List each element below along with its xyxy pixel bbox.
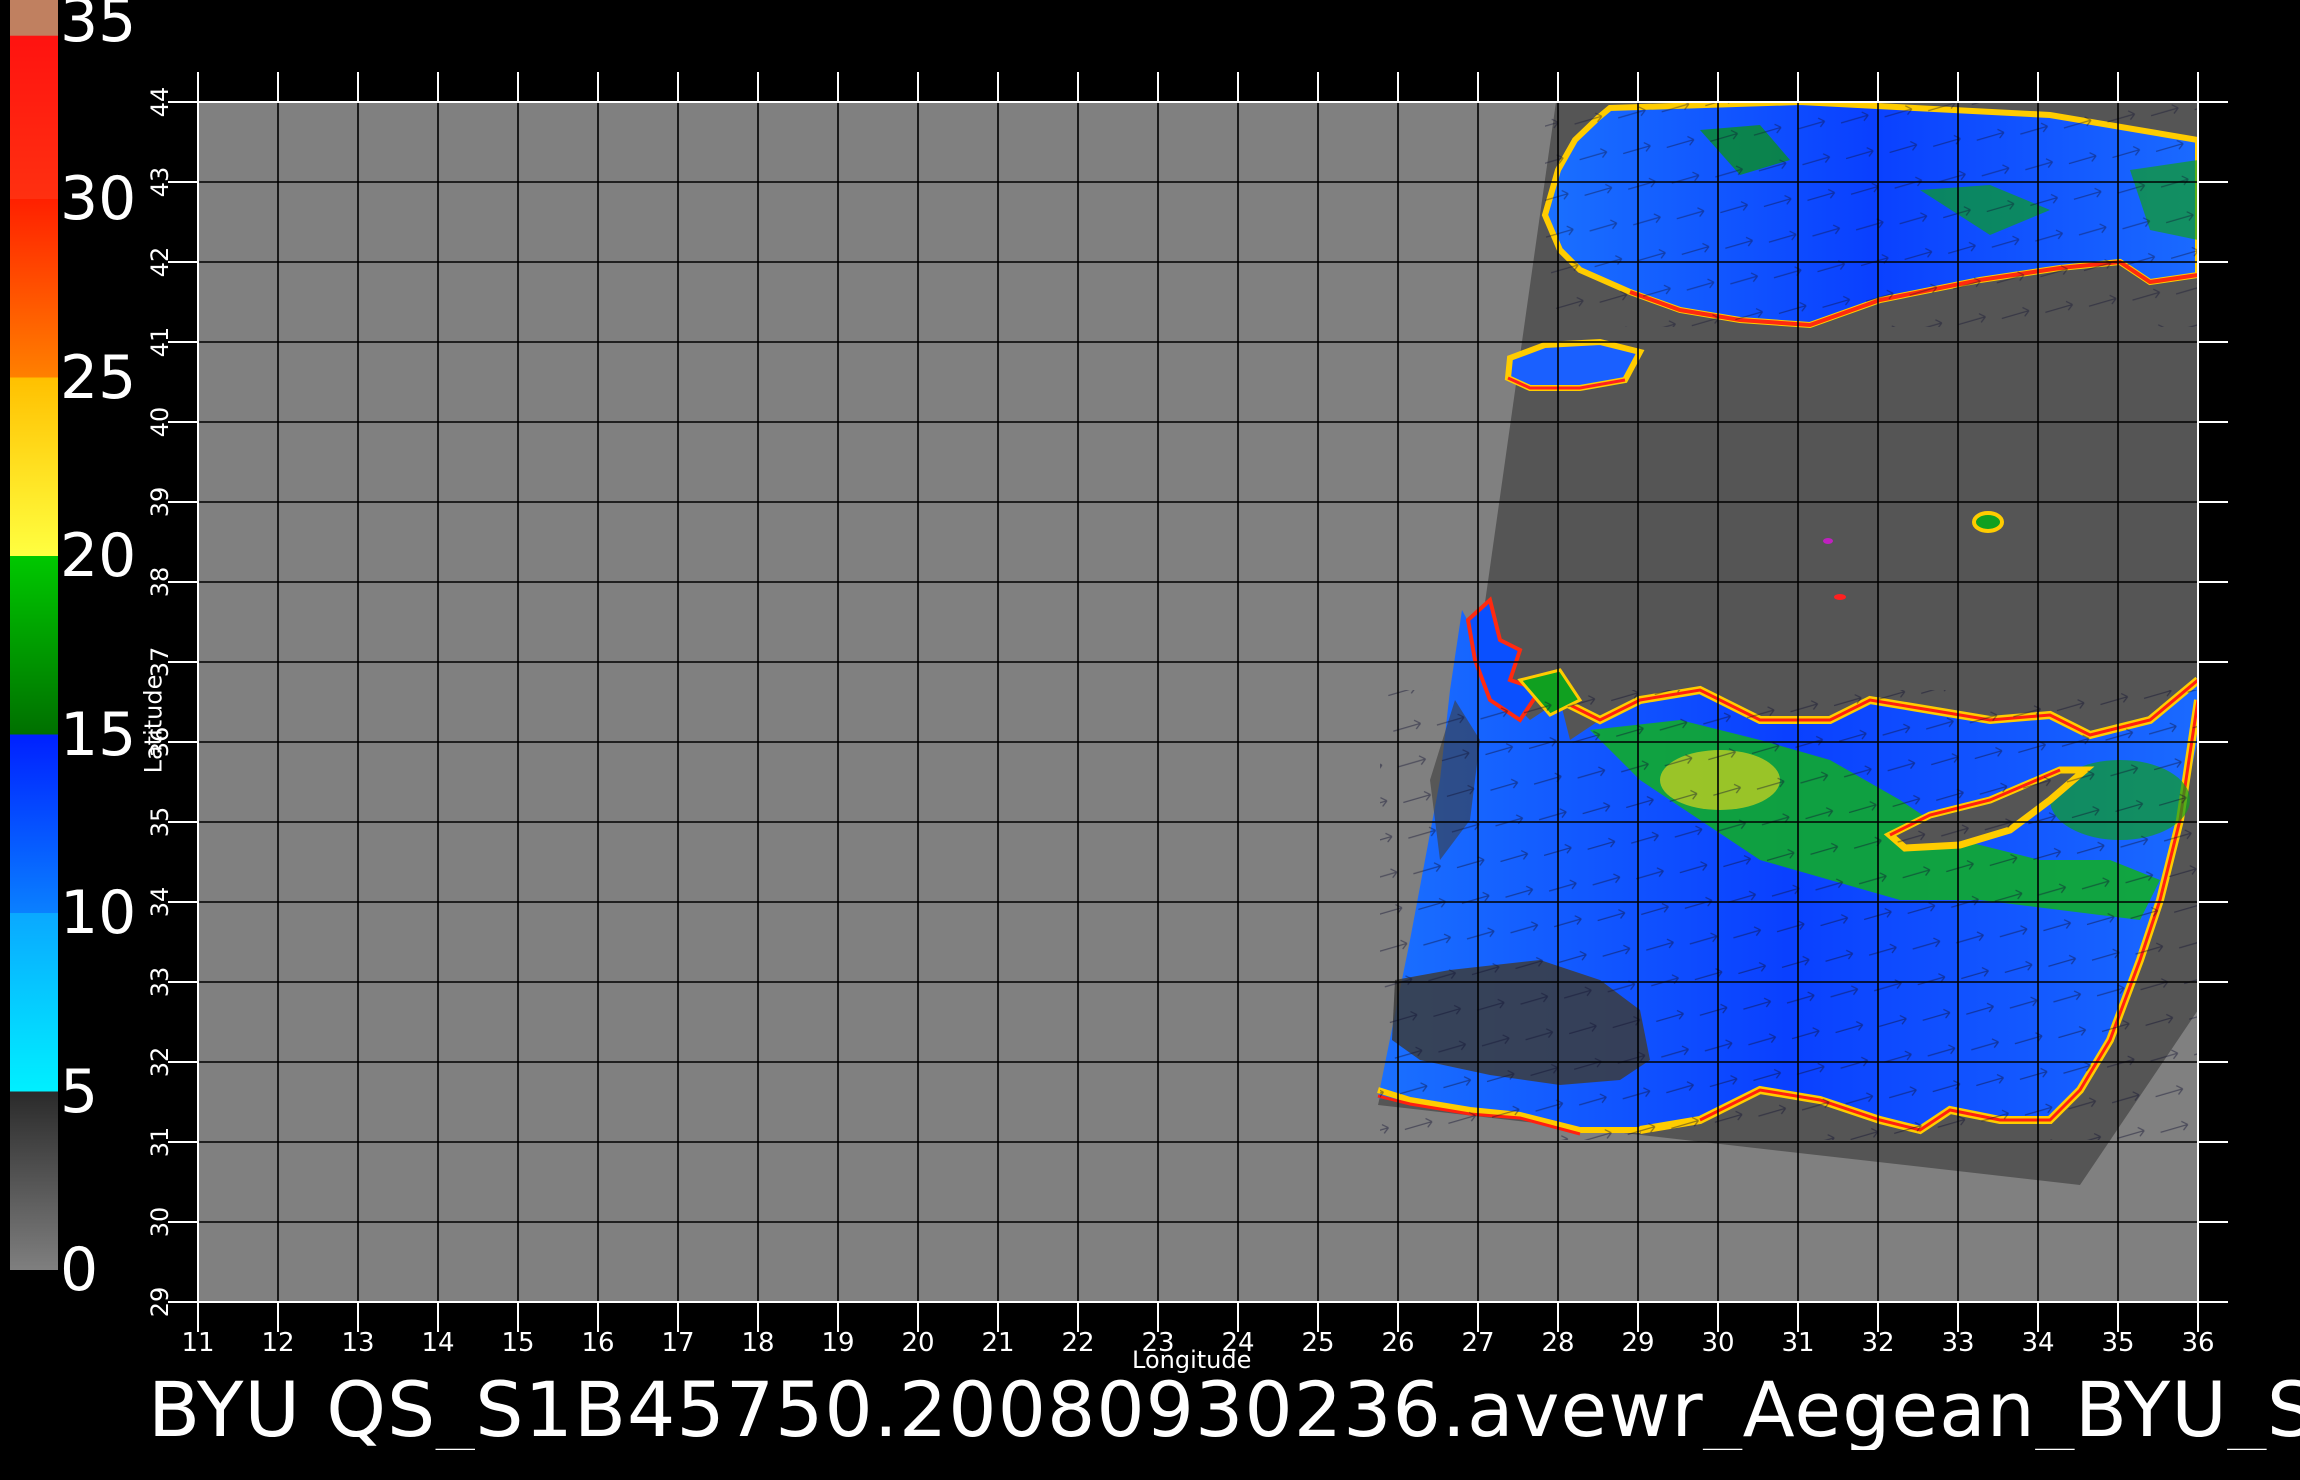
longitude-tick-14: 14 — [421, 1328, 454, 1358]
longitude-tick-30: 30 — [1701, 1328, 1734, 1358]
colorbar-segment-35-up — [10, 0, 58, 36]
colorbar-segment-0-5 — [10, 1091, 58, 1270]
colorbar-segment-30-35 — [10, 20, 58, 199]
longitude-tick-26: 26 — [1381, 1328, 1414, 1358]
latitude-tick-31: 31 — [146, 1127, 174, 1158]
latitude-tick-38: 38 — [146, 567, 174, 598]
latitude-tick-35: 35 — [146, 807, 174, 838]
colorbar-tick-25: 25 — [60, 342, 137, 413]
longitude-tick-22: 22 — [1061, 1328, 1094, 1358]
longitude-tick-18: 18 — [741, 1328, 774, 1358]
latitude-tick-41: 41 — [146, 327, 174, 358]
colorbar-tick-30: 30 — [60, 164, 137, 234]
latitude-tick-30: 30 — [146, 1207, 174, 1238]
scene: 11 12 13 14 15 16 17 18 19 20 21 22 23 24 25 26 27 28 29 30… — [10, 0, 2228, 1358]
y-axis-title: Latitude — [139, 674, 168, 774]
longitude-tick-13: 13 — [341, 1328, 374, 1358]
longitude-tick-16: 16 — [581, 1328, 614, 1358]
longitude-tick-15: 15 — [501, 1328, 534, 1358]
lake-small-1 — [1834, 594, 1846, 600]
latitude-tick-34: 34 — [146, 887, 174, 918]
colorbar-tick-15: 15 — [60, 699, 137, 770]
product-title: BYU QS_S1B45750.20080930236.avewr_Aegean… — [148, 1370, 2300, 1450]
longitude-tick-25: 25 — [1301, 1328, 1334, 1358]
longitude-tick-20: 20 — [901, 1328, 934, 1358]
latitude-tick-32: 32 — [146, 1047, 174, 1078]
colorbar-segment-5-10 — [10, 913, 58, 1092]
colorbar-segment-25-30 — [10, 199, 58, 378]
colorbar — [10, 0, 58, 1270]
colorbar-segment-10-15 — [10, 734, 58, 913]
latitude-tick-43: 43 — [146, 167, 174, 198]
lake-tuz — [1972, 511, 2004, 533]
lake-small-2 — [1823, 538, 1833, 544]
colorbar-tick-35: 35 — [60, 0, 137, 56]
map-panel: 11 12 13 14 15 16 17 18 19 20 21 22 23 24 25 26 27 28 29 30… — [146, 72, 2228, 1358]
longitude-tick-29: 29 — [1621, 1328, 1654, 1358]
colorbar-segment-15-20 — [10, 556, 58, 735]
longitude-tick-21: 21 — [981, 1328, 1014, 1358]
latitude-tick-44: 44 — [146, 87, 174, 118]
longitude-tick-12: 12 — [261, 1328, 294, 1358]
longitude-tick-17: 17 — [661, 1328, 694, 1358]
longitude-tick-19: 19 — [821, 1328, 854, 1358]
latitude-tick-39: 39 — [146, 487, 174, 518]
latitude-tick-42: 42 — [146, 247, 174, 278]
longitude-tick-31: 31 — [1781, 1328, 1814, 1358]
longitude-tick-28: 28 — [1541, 1328, 1574, 1358]
colorbar-tick-0: 0 — [60, 1235, 99, 1305]
colorbar-segment-20-25 — [10, 377, 58, 556]
latitude-tick-37: 37 — [146, 647, 174, 678]
longitude-tick-32: 32 — [1861, 1328, 1894, 1358]
latitude-tick-33: 33 — [146, 967, 174, 998]
longitude-tick-27: 27 — [1461, 1328, 1494, 1358]
latitude-tick-40: 40 — [146, 407, 174, 438]
longitude-tick-35: 35 — [2101, 1328, 2134, 1358]
longitude-tick-36: 36 — [2181, 1328, 2214, 1358]
latitude-tick-29: 29 — [146, 1287, 174, 1318]
longitude-tick-11: 11 — [181, 1328, 214, 1358]
black-sea-arrows — [1545, 102, 2198, 327]
mediterranean-arrows — [1380, 690, 2198, 1140]
longitude-tick-33: 33 — [1941, 1328, 1974, 1358]
colorbar-tick-20: 20 — [60, 521, 137, 591]
colorbar-tick-10: 10 — [60, 878, 137, 948]
longitude-tick-34: 34 — [2021, 1328, 2054, 1358]
colorbar-tick-5: 5 — [60, 1056, 99, 1127]
